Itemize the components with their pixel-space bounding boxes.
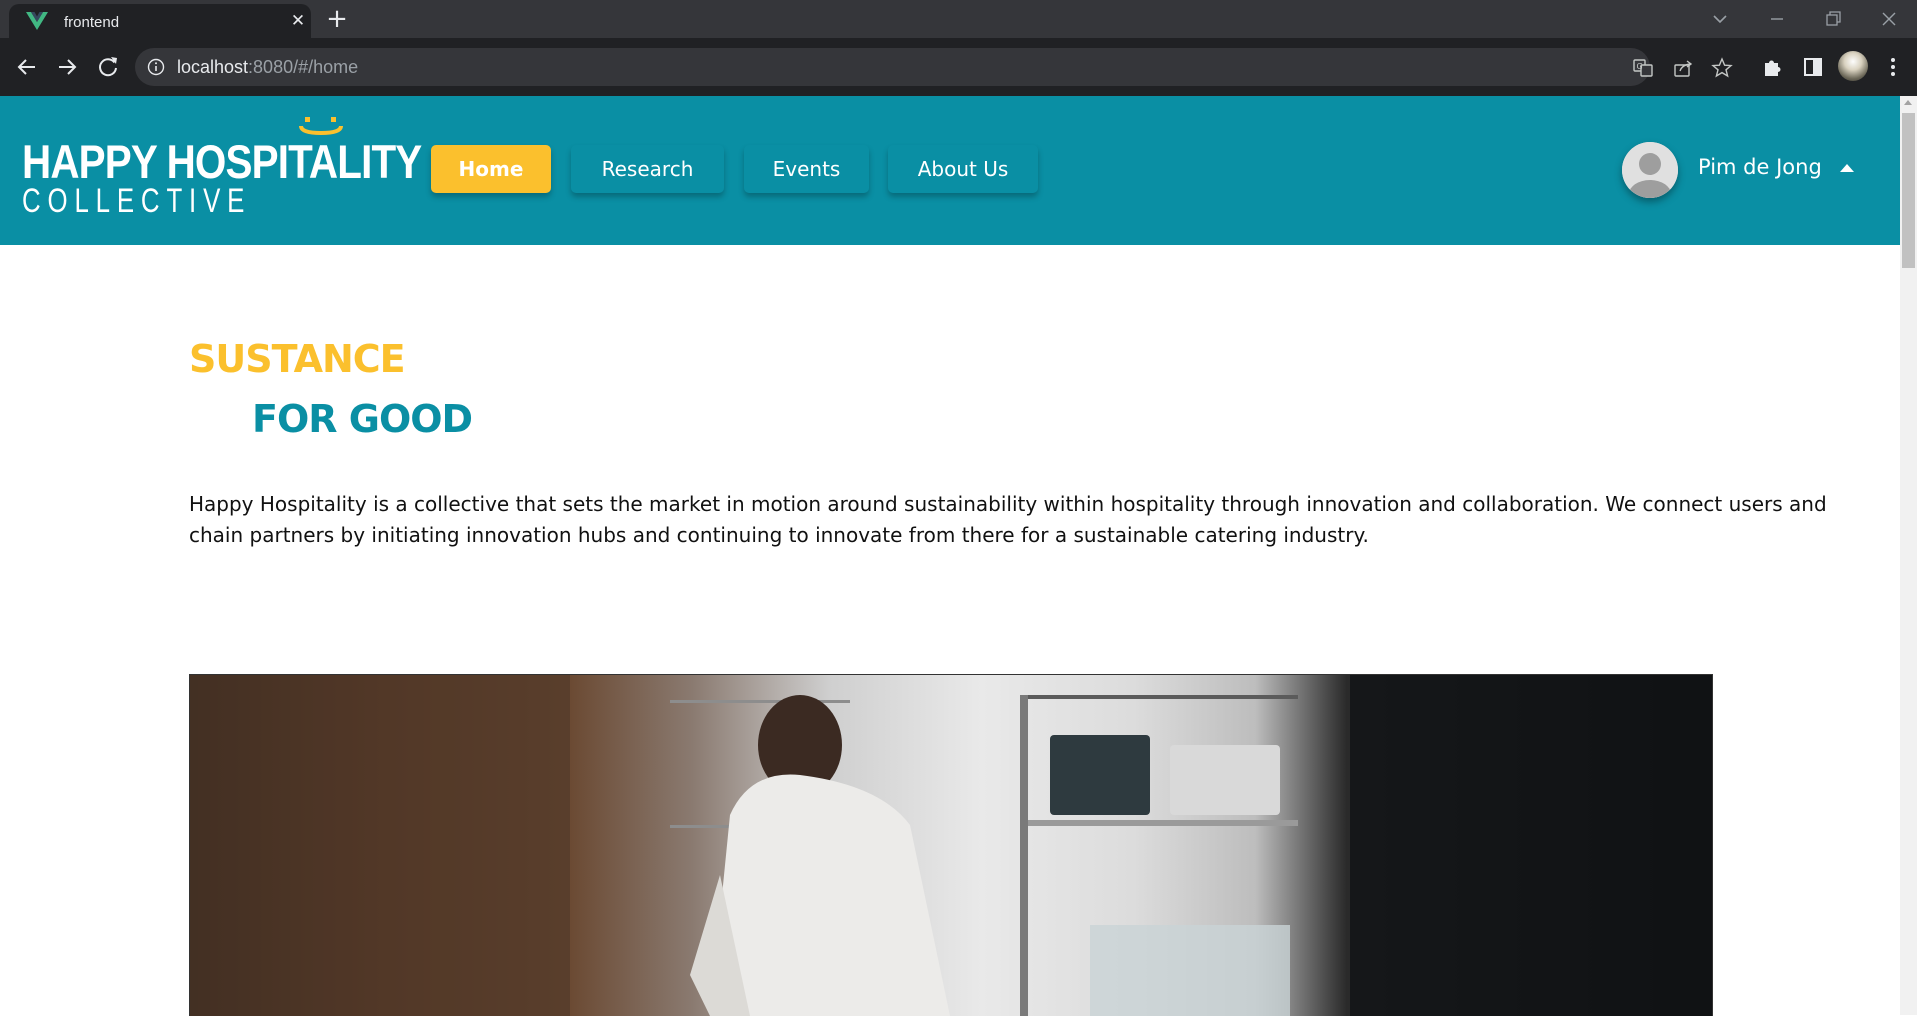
url-host: localhost bbox=[177, 57, 249, 77]
close-tab-icon[interactable]: ✕ bbox=[288, 11, 308, 31]
translate-icon[interactable]: G bbox=[1632, 57, 1654, 79]
restore-icon[interactable] bbox=[1819, 6, 1847, 32]
browser-toolbar: localhost:8080/#/home G bbox=[0, 38, 1917, 96]
site-logo[interactable]: HAPPY HOSPITALITY COLLECTIVE bbox=[22, 114, 422, 224]
reload-icon[interactable] bbox=[94, 53, 122, 81]
minimize-icon[interactable] bbox=[1763, 6, 1791, 32]
new-tab-icon[interactable]: + bbox=[323, 6, 351, 34]
site-info-icon[interactable] bbox=[147, 58, 165, 76]
user-silhouette-icon bbox=[1622, 142, 1678, 198]
url-path: :8080/#/home bbox=[248, 57, 359, 77]
page-scrollbar[interactable] bbox=[1900, 96, 1917, 1015]
profile-avatar-icon[interactable] bbox=[1838, 51, 1868, 81]
logo-text-secondary: COLLECTIVE bbox=[22, 182, 252, 220]
logo-text-primary: HAPPY HOSPITALITY bbox=[22, 135, 422, 188]
svg-text:G: G bbox=[1637, 62, 1643, 71]
forward-icon[interactable] bbox=[53, 53, 81, 81]
site-header: HAPPY HOSPITALITY COLLECTIVE Home Resear… bbox=[0, 96, 1917, 245]
hero-image bbox=[189, 674, 1713, 1016]
headline-line-2: FOR GOOD bbox=[252, 397, 473, 441]
tab-search-icon[interactable] bbox=[1706, 6, 1734, 32]
nav-research-button[interactable]: Research bbox=[571, 145, 724, 193]
share-icon[interactable] bbox=[1672, 57, 1694, 79]
address-bar[interactable]: localhost:8080/#/home G bbox=[135, 48, 1733, 86]
headline-line-1: SUSTANCE bbox=[189, 337, 406, 381]
tab-title: frontend bbox=[64, 14, 120, 31]
side-panel-icon[interactable] bbox=[1800, 54, 1826, 80]
url-text: localhost:8080/#/home bbox=[177, 57, 358, 78]
back-icon[interactable] bbox=[13, 53, 41, 81]
browser-tab-bar: frontend ✕ + bbox=[0, 0, 1917, 38]
close-window-icon[interactable] bbox=[1875, 6, 1903, 32]
caret-up-icon[interactable] bbox=[1840, 164, 1854, 172]
smile-icon bbox=[299, 117, 343, 136]
user-avatar[interactable] bbox=[1622, 142, 1678, 198]
chef-kitchen-photo bbox=[190, 675, 1712, 1016]
browser-tab[interactable]: frontend ✕ bbox=[9, 4, 311, 38]
extensions-icon[interactable] bbox=[1760, 54, 1786, 80]
user-name[interactable]: Pim de Jong bbox=[1698, 155, 1822, 179]
scroll-up-arrow-icon[interactable] bbox=[1904, 100, 1912, 105]
scrollbar-thumb[interactable] bbox=[1902, 113, 1915, 268]
nav-events-button[interactable]: Events bbox=[744, 145, 869, 193]
bookmark-star-icon[interactable] bbox=[1711, 57, 1733, 79]
nav-home-button[interactable]: Home bbox=[431, 145, 551, 193]
nav-about-us-button[interactable]: About Us bbox=[888, 145, 1038, 193]
browser-menu-icon[interactable] bbox=[1880, 54, 1906, 80]
vue-logo-icon bbox=[26, 12, 48, 30]
intro-paragraph: Happy Hospitality is a collective that s… bbox=[189, 492, 1827, 547]
